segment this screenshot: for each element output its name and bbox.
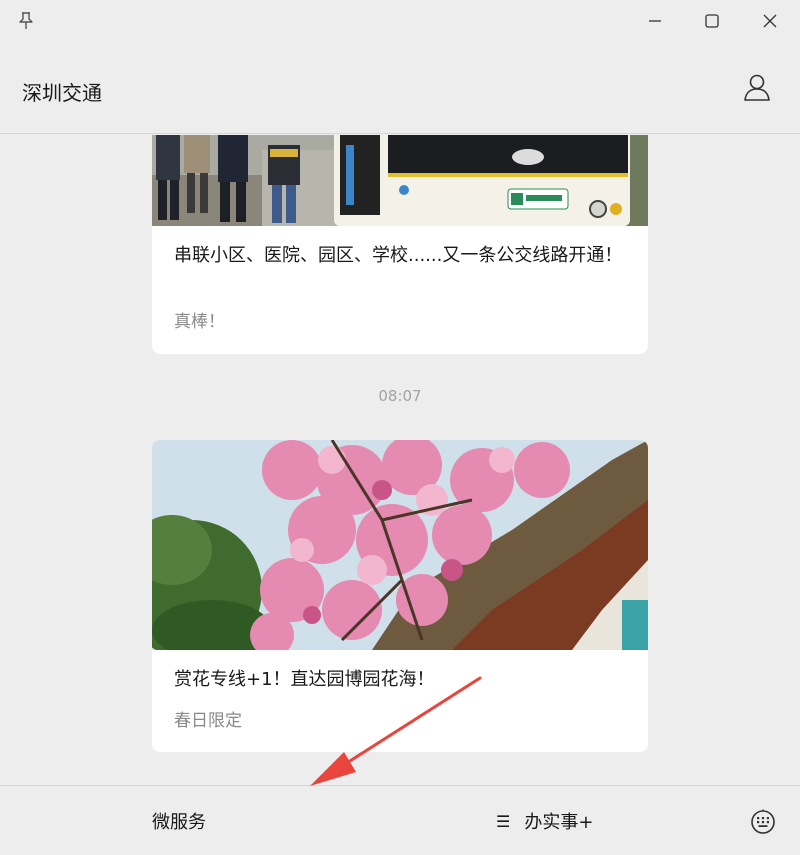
article-title[interactable]: 赏花专线+1！直达园博园花海！ — [174, 666, 626, 694]
article-subtitle: 真棒！ — [174, 312, 225, 332]
menu-list-icon: ☰ — [496, 811, 511, 831]
message-timestamp: 08:07 — [378, 387, 422, 405]
pin-icon[interactable] — [18, 12, 34, 30]
article-card[interactable]: 串联小区、医院、园区、学校......又一条公交线路开通！ 真棒！ — [152, 135, 648, 354]
micro-service-label: 微服务 — [152, 812, 206, 833]
office-plus-label: 办实事+ — [524, 812, 594, 833]
flowers-photo — [152, 440, 648, 650]
article-title[interactable]: 串联小区、医院、园区、学校......又一条公交线路开通！ — [174, 242, 626, 270]
window-titlebar — [0, 0, 800, 44]
message-feed[interactable]: 串联小区、医院、园区、学校......又一条公交线路开通！ 真棒！ 08:07 — [0, 135, 800, 785]
bus-photo — [152, 135, 648, 226]
account-title: 深圳交通 — [22, 81, 102, 105]
maximize-icon[interactable] — [697, 8, 727, 34]
office-plus-menu-button[interactable]: ☰ 办实事+ — [496, 786, 593, 855]
micro-service-menu-button[interactable]: 微服务 — [152, 786, 206, 855]
bottom-menu-bar: 微服务 ☰ 办实事+ — [0, 785, 800, 855]
article-card[interactable]: 赏花专线+1！直达园博园花海！ 春日限定 — [152, 440, 648, 752]
close-icon[interactable] — [755, 8, 785, 34]
article-subtitle: 春日限定 — [174, 711, 242, 731]
minimize-icon[interactable] — [640, 8, 670, 34]
user-profile-icon[interactable] — [742, 72, 772, 102]
keyboard-icon[interactable] — [750, 809, 776, 835]
chat-header: 深圳交通 — [0, 44, 800, 134]
